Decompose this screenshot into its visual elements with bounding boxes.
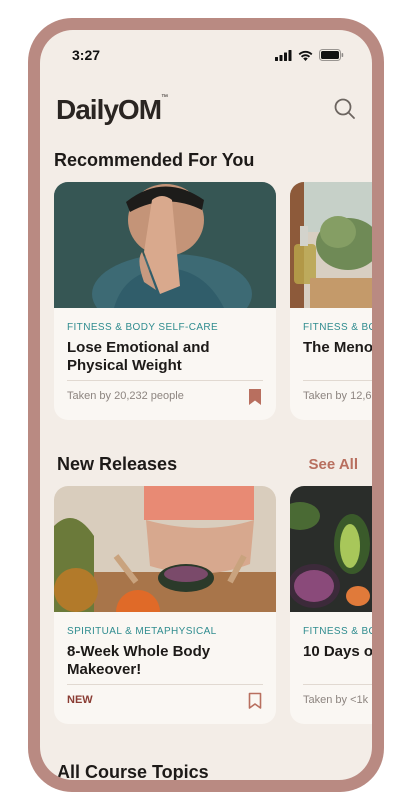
course-image [54, 486, 276, 612]
course-category: FITNESS & BODY [303, 626, 372, 637]
course-card[interactable]: FITNESS & BODY SELF-CARE The Menopause M… [290, 182, 372, 420]
card-divider [303, 380, 372, 381]
section-title-course-topics: All Course Topics [57, 762, 209, 780]
search-button[interactable] [332, 96, 358, 122]
course-title: Lose Emotional and Physical Weight [67, 339, 210, 374]
battery-icon [319, 49, 344, 61]
see-all-link[interactable]: See All [309, 456, 358, 473]
course-enrollment: Taken by <1k [303, 694, 369, 706]
bookmark-button[interactable] [248, 388, 262, 406]
course-card[interactable]: FITNESS & BODY 10 Days of Eating Taken b… [290, 486, 372, 724]
new-releases-carousel[interactable]: SPIRITUAL & METAPHYSICAL 8-Week Whole Bo… [40, 486, 372, 726]
app-logo[interactable]: DailyOM™ [56, 94, 168, 126]
wifi-icon [298, 50, 313, 61]
status-bar: 3:27 [40, 30, 372, 80]
app-screen: 3:27 DailyOM™ Recommended For You FITNES… [40, 30, 372, 780]
logo-trademark: ™ [161, 94, 169, 101]
new-badge: NEW [67, 694, 93, 706]
recommended-carousel[interactable]: FITNESS & BODY SELF-CARE Lose Emotional … [40, 182, 372, 422]
course-enrollment: Taken by 20,232 people [67, 390, 184, 402]
bookmark-button[interactable] [248, 692, 262, 710]
search-icon [334, 98, 355, 119]
course-card[interactable]: SPIRITUAL & METAPHYSICAL 8-Week Whole Bo… [54, 486, 276, 724]
section-title-new-releases: New Releases [57, 454, 178, 474]
course-enrollment: Taken by 12,6 [303, 390, 372, 402]
course-image [290, 182, 372, 308]
course-title: 8-Week Whole Body Makeover! [67, 643, 211, 678]
logo-text: DailyOM [56, 94, 162, 125]
cellular-signal-icon [275, 49, 292, 61]
course-title: 10 Days of Eating [303, 643, 372, 660]
bookmark-filled-icon [249, 389, 261, 405]
course-image [290, 486, 372, 612]
bookmark-outline-icon [248, 692, 262, 709]
course-category: SPIRITUAL & METAPHYSICAL [67, 626, 217, 637]
section-title-recommended: Recommended For You [54, 150, 255, 170]
status-icons [275, 49, 344, 61]
status-time: 3:27 [72, 47, 101, 63]
course-card[interactable]: FITNESS & BODY SELF-CARE Lose Emotional … [54, 182, 276, 420]
card-divider [67, 684, 263, 685]
course-image [54, 182, 276, 308]
course-title: The Menopause Menu Plan [303, 339, 372, 356]
card-divider [303, 684, 372, 685]
course-category: FITNESS & BODY SELF-CARE [303, 322, 372, 333]
card-divider [67, 380, 263, 381]
phone-frame: 3:27 DailyOM™ Recommended For You FITNES… [28, 18, 384, 792]
course-category: FITNESS & BODY SELF-CARE [67, 322, 219, 333]
